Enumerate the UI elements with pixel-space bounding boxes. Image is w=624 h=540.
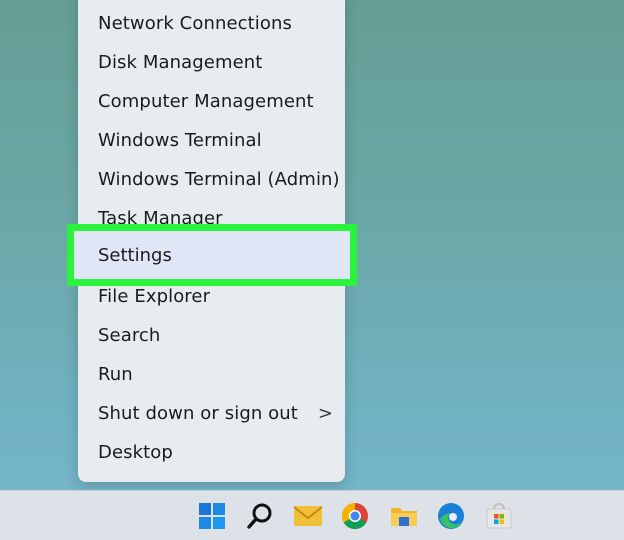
menu-item-label: File Explorer: [98, 285, 211, 307]
menu-item-shut-down-or-sign-out[interactable]: Shut down or sign out >: [78, 394, 345, 432]
menu-item-label: Settings: [98, 244, 172, 266]
menu-item-label: Run: [98, 363, 133, 385]
chrome-icon[interactable]: [340, 501, 370, 531]
menu-item-settings[interactable]: Settings: [98, 236, 172, 274]
menu-item-label: Windows Terminal: [98, 129, 262, 151]
menu-item-label: Windows Terminal (Admin): [98, 168, 340, 190]
menu-item-disk-management[interactable]: Disk Management: [78, 43, 345, 81]
store-icon[interactable]: [484, 501, 514, 531]
chevron-right-icon: >: [317, 403, 333, 424]
menu-item-search[interactable]: Search: [78, 316, 345, 354]
menu-item-desktop[interactable]: Desktop: [78, 433, 345, 471]
file-explorer-icon[interactable]: [389, 501, 419, 531]
menu-item-label: Shut down or sign out: [98, 402, 298, 424]
menu-item-computer-management[interactable]: Computer Management: [78, 82, 345, 120]
mail-icon[interactable]: [293, 501, 323, 531]
edge-icon[interactable]: [436, 501, 466, 531]
menu-item-windows-terminal[interactable]: Windows Terminal: [78, 121, 345, 159]
menu-item-run[interactable]: Run: [78, 355, 345, 393]
menu-item-label: Computer Management: [98, 90, 314, 112]
menu-item-label: Search: [98, 324, 161, 346]
windows-start-icon[interactable]: [197, 501, 227, 531]
menu-item-label: Desktop: [98, 441, 173, 463]
menu-item-network-connections[interactable]: Network Connections: [78, 4, 345, 42]
menu-item-label: Disk Management: [98, 51, 263, 73]
taskbar: [0, 490, 624, 540]
search-icon[interactable]: [245, 501, 275, 531]
menu-item-label: Network Connections: [98, 12, 293, 34]
menu-item-windows-terminal-admin[interactable]: Windows Terminal (Admin): [78, 160, 345, 198]
